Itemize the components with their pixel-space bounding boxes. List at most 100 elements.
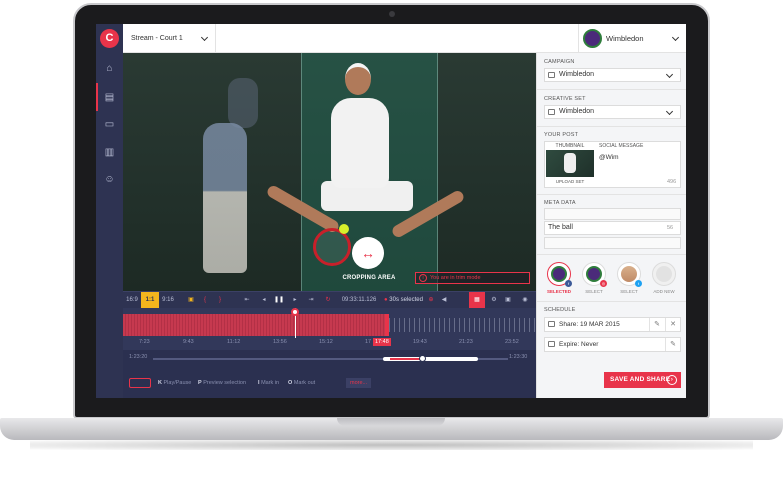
player-figure — [345, 63, 371, 95]
timecode: 09:33:11.126 — [341, 297, 377, 303]
right-panel: CAMPAIGN Wimbledon CREATIVE SET Wimbledo… — [536, 53, 686, 398]
keyboard-icon — [129, 378, 151, 388]
campaign-select[interactable]: Wimbledon — [544, 68, 681, 82]
nav-active-indicator — [96, 83, 98, 111]
eye-icon[interactable]: ◉ — [519, 292, 531, 309]
shortcut-key: K — [158, 380, 162, 386]
info-icon: i — [419, 274, 427, 282]
subtitles-icon[interactable]: ▦ — [469, 292, 485, 309]
timeline[interactable]: 7:23 9:43 11:12 13:56 15:12 17 17:48 19:… — [123, 308, 536, 350]
shortcut-label: Mark out — [293, 380, 316, 386]
brand-select[interactable]: Wimbledon — [578, 24, 686, 53]
selection-dot-icon: ● — [384, 297, 388, 303]
social-message-input[interactable]: @Wim — [599, 154, 619, 161]
twitter-icon: t — [635, 280, 642, 287]
crop-handle-icon[interactable]: ↔ — [352, 237, 384, 269]
shortcut-label: Preview selection — [203, 380, 246, 386]
creative-set-title: CREATIVE SET — [544, 96, 586, 102]
skip-start-icon[interactable]: ⇤ — [241, 292, 253, 309]
edit-icon[interactable]: ✎ — [665, 338, 680, 351]
edit-icon[interactable]: ✎ — [649, 318, 664, 331]
player-figure — [331, 98, 389, 188]
users-icon[interactable]: ☺ — [103, 174, 116, 185]
stream-select-label: Stream - Court 1 — [131, 35, 183, 42]
share-date-field[interactable]: Share: 19 MAR 2015 ✎ ✕ — [544, 317, 681, 332]
layers-icon[interactable]: ▣ — [503, 292, 513, 309]
expire-date-field[interactable]: Expire: Never ✎ — [544, 337, 681, 352]
timeline-tick: 7:23 — [139, 339, 150, 345]
playback-controls: 16:9 1:1 9:16 ▣ { } ⇤ ◂ ❚❚ ▸ ⇥ ↻ 09:33:1… — [123, 291, 536, 309]
more-shortcuts-button[interactable]: more... — [346, 378, 372, 388]
spectator-figure — [228, 78, 258, 128]
volume-icon[interactable]: ◀ — [439, 292, 449, 309]
step-back-icon[interactable]: ◂ — [259, 292, 269, 309]
app-logo[interactable]: C — [100, 29, 119, 48]
meta-title-value: The ball — [548, 224, 573, 231]
timeline-tick: 11:12 — [227, 339, 241, 345]
laptop-shadow — [30, 440, 753, 450]
pause-icon[interactable]: ❚❚ — [274, 292, 284, 309]
timeline-tick: 13:56 — [273, 339, 287, 345]
add-account-button[interactable] — [652, 262, 676, 286]
scrubber[interactable]: 1:23:20 1:23:30 — [123, 350, 536, 368]
stream-select[interactable]: Stream - Court 1 — [126, 24, 216, 53]
shortcut-mark-in: I Mark in — [258, 380, 279, 386]
add-person-icon — [656, 266, 672, 282]
top-bar: C Stream - Court 1 Wimbledon — [96, 24, 686, 53]
selection-length: ● 30s selected — [381, 292, 426, 309]
chevron-down-icon — [665, 70, 674, 79]
avatar-caption: SELECT — [620, 289, 638, 294]
wimbledon-logo-icon — [586, 266, 602, 282]
selection-end-handle[interactable] — [385, 314, 389, 336]
chart-icon[interactable]: ▥ — [103, 147, 116, 158]
ratio-16-9-button[interactable]: 16:9 — [123, 292, 141, 309]
skip-end-icon[interactable]: ⇥ — [305, 292, 317, 309]
divider — [537, 194, 686, 195]
image-icon[interactable]: ▣ — [185, 292, 197, 309]
zoom-icon[interactable]: ⊕ — [426, 292, 436, 309]
settings-icon[interactable]: ⚙ — [489, 292, 499, 309]
upload-button[interactable]: UPLOAD — [556, 179, 575, 184]
campaign-value: Wimbledon — [559, 71, 595, 78]
divider — [537, 301, 686, 302]
timeline-tick: 9:43 — [183, 339, 194, 345]
divider — [537, 254, 686, 255]
step-forward-icon[interactable]: ▸ — [290, 292, 300, 309]
meta-title-input[interactable]: The ball — [544, 221, 681, 235]
thumbnail-image[interactable] — [546, 150, 594, 177]
shortcut-key: O — [288, 380, 293, 386]
set-button[interactable]: SET — [576, 179, 585, 184]
calendar-icon — [548, 321, 555, 327]
scrub-handle[interactable] — [419, 355, 426, 362]
creative-set-select[interactable]: Wimbledon — [544, 105, 681, 119]
video-icon[interactable]: ▤ — [103, 92, 116, 103]
meta-label-field[interactable] — [544, 208, 681, 220]
video-preview[interactable]: ↔ CROPPING AREA i You are in trim mode — [123, 53, 536, 291]
left-nav: ⌂ ▤ ▭ ▥ ☺ — [96, 53, 123, 398]
folder-icon[interactable]: ▭ — [103, 119, 116, 130]
calendar-icon — [548, 341, 555, 347]
mark-out-icon[interactable]: } — [215, 292, 225, 309]
home-icon[interactable]: ⌂ — [103, 63, 116, 74]
mark-in-icon[interactable]: { — [200, 292, 210, 309]
timeline-tick: 17 — [365, 339, 372, 345]
save-and-share-button[interactable]: SAVE AND SHARE › — [604, 372, 681, 388]
selection-length-text: 30s selected — [389, 297, 423, 303]
wimbledon-logo-icon — [551, 266, 567, 282]
instagram-icon: ◎ — [600, 280, 607, 287]
ratio-9-16-button[interactable]: 9:16 — [159, 292, 177, 309]
ball-figure — [339, 224, 349, 234]
divider — [537, 89, 686, 90]
avatar-caption: SELECT — [585, 289, 603, 294]
creative-set-value: Wimbledon — [559, 108, 595, 115]
meta-description-input[interactable] — [544, 237, 681, 249]
loop-icon[interactable]: ↻ — [323, 292, 333, 309]
ratio-1-1-button[interactable]: 1:1 — [141, 292, 159, 309]
playhead-handle[interactable] — [291, 308, 299, 316]
shortcut-mark-out: O Mark out — [288, 380, 315, 386]
waveform — [389, 318, 536, 332]
shortcut-play: K Play/Pause — [158, 380, 191, 386]
scrub-start-time: 1:23:20 — [129, 354, 148, 360]
campaign-title: CAMPAIGN — [544, 59, 575, 65]
delete-icon[interactable]: ✕ — [665, 318, 680, 331]
